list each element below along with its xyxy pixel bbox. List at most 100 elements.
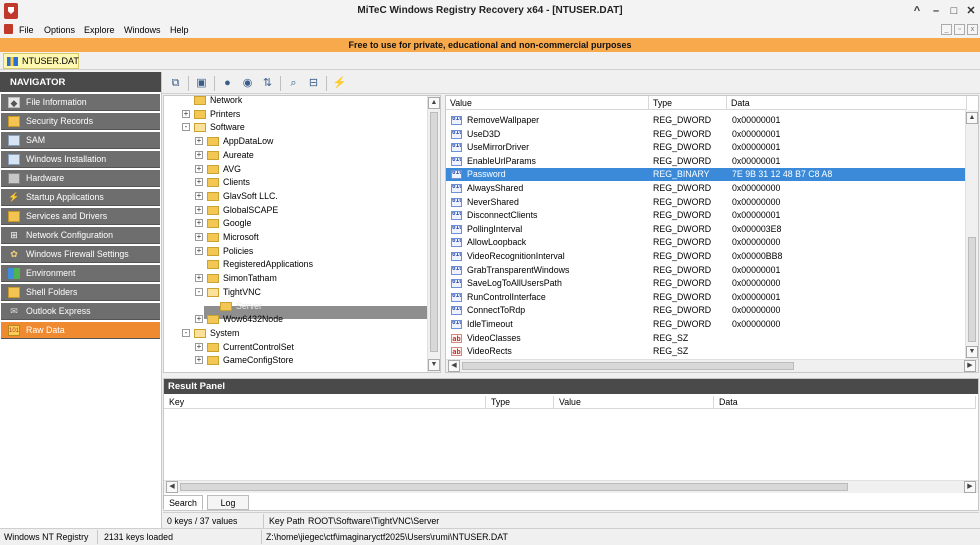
nav-item-services-and-drivers[interactable]: Services and Drivers bbox=[1, 208, 160, 225]
value-row[interactable]: 0101 RunControlInterface REG_DWORD 0x000000… bbox=[446, 291, 966, 304]
nav-item-sam[interactable]: SAM bbox=[1, 132, 160, 149]
values-horizontal-scrollbar[interactable]: ◀ ▶ bbox=[446, 359, 978, 372]
tree-node[interactable]: + Printers bbox=[164, 108, 426, 121]
values-list[interactable]: Value Type Data 0101 RemoveWallpaper REG_D… bbox=[445, 95, 979, 373]
tree-node[interactable]: + CurrentControlSet bbox=[164, 341, 426, 354]
tree-vertical-scrollbar[interactable]: ▲ ▼ bbox=[427, 96, 440, 372]
value-row[interactable]: ab VideoRects REG_SZ bbox=[446, 345, 966, 358]
menu-help[interactable]: Help bbox=[170, 25, 189, 35]
mdi-close-button[interactable]: x bbox=[967, 24, 978, 35]
value-row[interactable]: 0101 SaveLogToAllUsersPath REG_DWORD 0x0000… bbox=[446, 277, 966, 290]
tree-node[interactable]: + SimonTatham bbox=[164, 272, 426, 285]
scroll-down-arrow-icon[interactable]: ▼ bbox=[428, 359, 440, 371]
scroll-thumb[interactable] bbox=[430, 112, 438, 352]
tree-node[interactable]: + GlobalSCAPE bbox=[164, 204, 426, 217]
info-icon[interactable]: ● bbox=[220, 76, 235, 90]
result-column-value[interactable]: Value bbox=[554, 396, 714, 409]
values-vertical-scrollbar[interactable]: ▲ ▼ bbox=[965, 110, 978, 360]
value-row[interactable]: 0101 AllowLoopback REG_DWORD 0x00000000 bbox=[446, 236, 966, 249]
nav-item-security-records[interactable]: Security Records bbox=[1, 113, 160, 130]
tree-node[interactable]: + Aureate bbox=[164, 149, 426, 162]
maximize-button[interactable]: □ bbox=[946, 3, 962, 19]
scroll-up-arrow-icon[interactable]: ▲ bbox=[966, 112, 978, 124]
tree-node[interactable]: - TightVNC bbox=[164, 286, 426, 299]
tab-log[interactable]: Log bbox=[207, 495, 249, 510]
nav-item-startup-applications[interactable]: ⚡ Startup Applications bbox=[1, 189, 160, 206]
scroll-thumb[interactable] bbox=[180, 483, 848, 491]
nav-item-windows-firewall-settings[interactable]: ✿ Windows Firewall Settings bbox=[1, 246, 160, 263]
menu-options[interactable]: Options bbox=[44, 25, 75, 35]
tree-node[interactable]: + AVG bbox=[164, 163, 426, 176]
value-row[interactable]: 0101 RemoveWallpaper REG_DWORD 0x00000001 bbox=[446, 114, 966, 127]
tree-node[interactable]: Network bbox=[164, 96, 426, 107]
scroll-down-arrow-icon[interactable]: ▼ bbox=[966, 346, 978, 358]
tree-node[interactable]: + Microsoft bbox=[164, 231, 426, 244]
value-row[interactable]: 0101 PollingInterval REG_DWORD 0x000003E8 bbox=[446, 223, 966, 236]
expand-icon[interactable]: + bbox=[195, 178, 203, 187]
expand-icon[interactable]: + bbox=[195, 274, 203, 283]
tab-search[interactable]: Search bbox=[163, 495, 203, 510]
result-column-key[interactable]: Key bbox=[164, 396, 486, 409]
expand-icon[interactable]: + bbox=[195, 219, 203, 228]
expand-icon[interactable]: + bbox=[195, 137, 203, 146]
scroll-right-arrow-icon[interactable]: ▶ bbox=[964, 481, 976, 493]
globe-icon[interactable]: ◉ bbox=[240, 76, 255, 90]
tree-node[interactable]: + Clients bbox=[164, 176, 426, 189]
minimize-button[interactable]: – bbox=[928, 3, 944, 19]
tree-node[interactable]: Server bbox=[164, 300, 426, 313]
tree-node[interactable]: + Policies bbox=[164, 245, 426, 258]
scroll-thumb[interactable] bbox=[462, 362, 794, 370]
result-column-type[interactable]: Type bbox=[486, 396, 554, 409]
search-icon[interactable]: ⌕ bbox=[286, 76, 301, 90]
expand-icon[interactable]: + bbox=[195, 342, 203, 351]
tree-node[interactable]: RegisteredApplications bbox=[164, 258, 426, 271]
scroll-right-arrow-icon[interactable]: ▶ bbox=[964, 360, 976, 372]
nav-item-raw-data[interactable]: 101 Raw Data bbox=[1, 322, 160, 339]
expand-icon[interactable]: + bbox=[195, 164, 203, 173]
value-row[interactable]: 0101 NeverShared REG_DWORD 0x00000000 bbox=[446, 196, 966, 209]
expand-icon[interactable]: + bbox=[195, 246, 203, 255]
collapse-caret-icon[interactable]: ^ bbox=[909, 3, 925, 19]
tree-node[interactable]: + Wow6432Node bbox=[164, 313, 426, 326]
copy-icon[interactable]: ⧉ bbox=[168, 76, 183, 90]
tree-node[interactable]: + AppDataLow bbox=[164, 135, 426, 148]
document-icon[interactable] bbox=[4, 24, 13, 34]
registry-tree[interactable]: Network + Printers - Software + AppDataLow + Aur… bbox=[163, 95, 441, 373]
collapse-icon[interactable]: - bbox=[195, 287, 203, 296]
column-header-value[interactable]: Value bbox=[446, 96, 649, 110]
collapse-icon[interactable]: - bbox=[182, 123, 190, 132]
result-column-data[interactable]: Data bbox=[714, 396, 976, 409]
close-button[interactable]: ✕ bbox=[963, 3, 979, 19]
menu-windows[interactable]: Windows bbox=[124, 25, 161, 35]
value-row[interactable]: 0101 EnableUrlParams REG_DWORD 0x00000001 bbox=[446, 155, 966, 168]
scroll-left-arrow-icon[interactable]: ◀ bbox=[448, 360, 460, 372]
arrows-icon[interactable]: ⇅ bbox=[260, 76, 275, 90]
tree-node[interactable]: + GlavSoft LLC. bbox=[164, 190, 426, 203]
lightning-icon[interactable]: ⚡ bbox=[332, 76, 347, 90]
tree-node[interactable]: - Software bbox=[164, 121, 426, 134]
help-icon[interactable]: ▣ bbox=[194, 76, 209, 90]
value-row[interactable]: 0101 DisconnectClients REG_DWORD 0x00000001 bbox=[446, 209, 966, 222]
expand-icon[interactable]: + bbox=[195, 315, 203, 324]
document-tab[interactable]: NTUSER.DAT bbox=[3, 53, 79, 69]
expand-icon[interactable]: + bbox=[195, 205, 203, 214]
value-row[interactable]: 0101 VideoRecognitionInterval REG_DWORD 0x0… bbox=[446, 250, 966, 263]
mdi-restore-button[interactable]: ▫ bbox=[954, 24, 965, 35]
value-row[interactable]: ab VideoClasses REG_SZ bbox=[446, 332, 966, 345]
scroll-up-arrow-icon[interactable]: ▲ bbox=[428, 97, 440, 109]
tree-node[interactable]: - System bbox=[164, 327, 426, 340]
nav-item-environment[interactable]: Environment bbox=[1, 265, 160, 282]
scroll-thumb[interactable] bbox=[968, 237, 976, 342]
value-row[interactable]: 0101 ConnectToRdp REG_DWORD 0x00000000 bbox=[446, 304, 966, 317]
nav-item-outlook-express[interactable]: ✉ Outlook Express bbox=[1, 303, 160, 320]
tree-node[interactable]: + GameConfigStore bbox=[164, 354, 426, 367]
result-horizontal-scrollbar[interactable]: ◀ ▶ bbox=[164, 480, 978, 493]
value-row[interactable]: 0101 Password REG_BINARY 7E 9B 31 12 48 B7 … bbox=[446, 168, 966, 182]
tree-node[interactable]: + Google bbox=[164, 217, 426, 230]
expand-icon[interactable]: + bbox=[195, 233, 203, 241]
expand-icon[interactable]: + bbox=[195, 150, 203, 159]
nav-item-shell-folders[interactable]: Shell Folders bbox=[1, 284, 160, 301]
value-row[interactable]: 0101 IdleTimeout REG_DWORD 0x00000000 bbox=[446, 318, 966, 331]
column-header-type[interactable]: Type bbox=[649, 96, 727, 110]
expand-icon[interactable]: + bbox=[195, 356, 203, 365]
